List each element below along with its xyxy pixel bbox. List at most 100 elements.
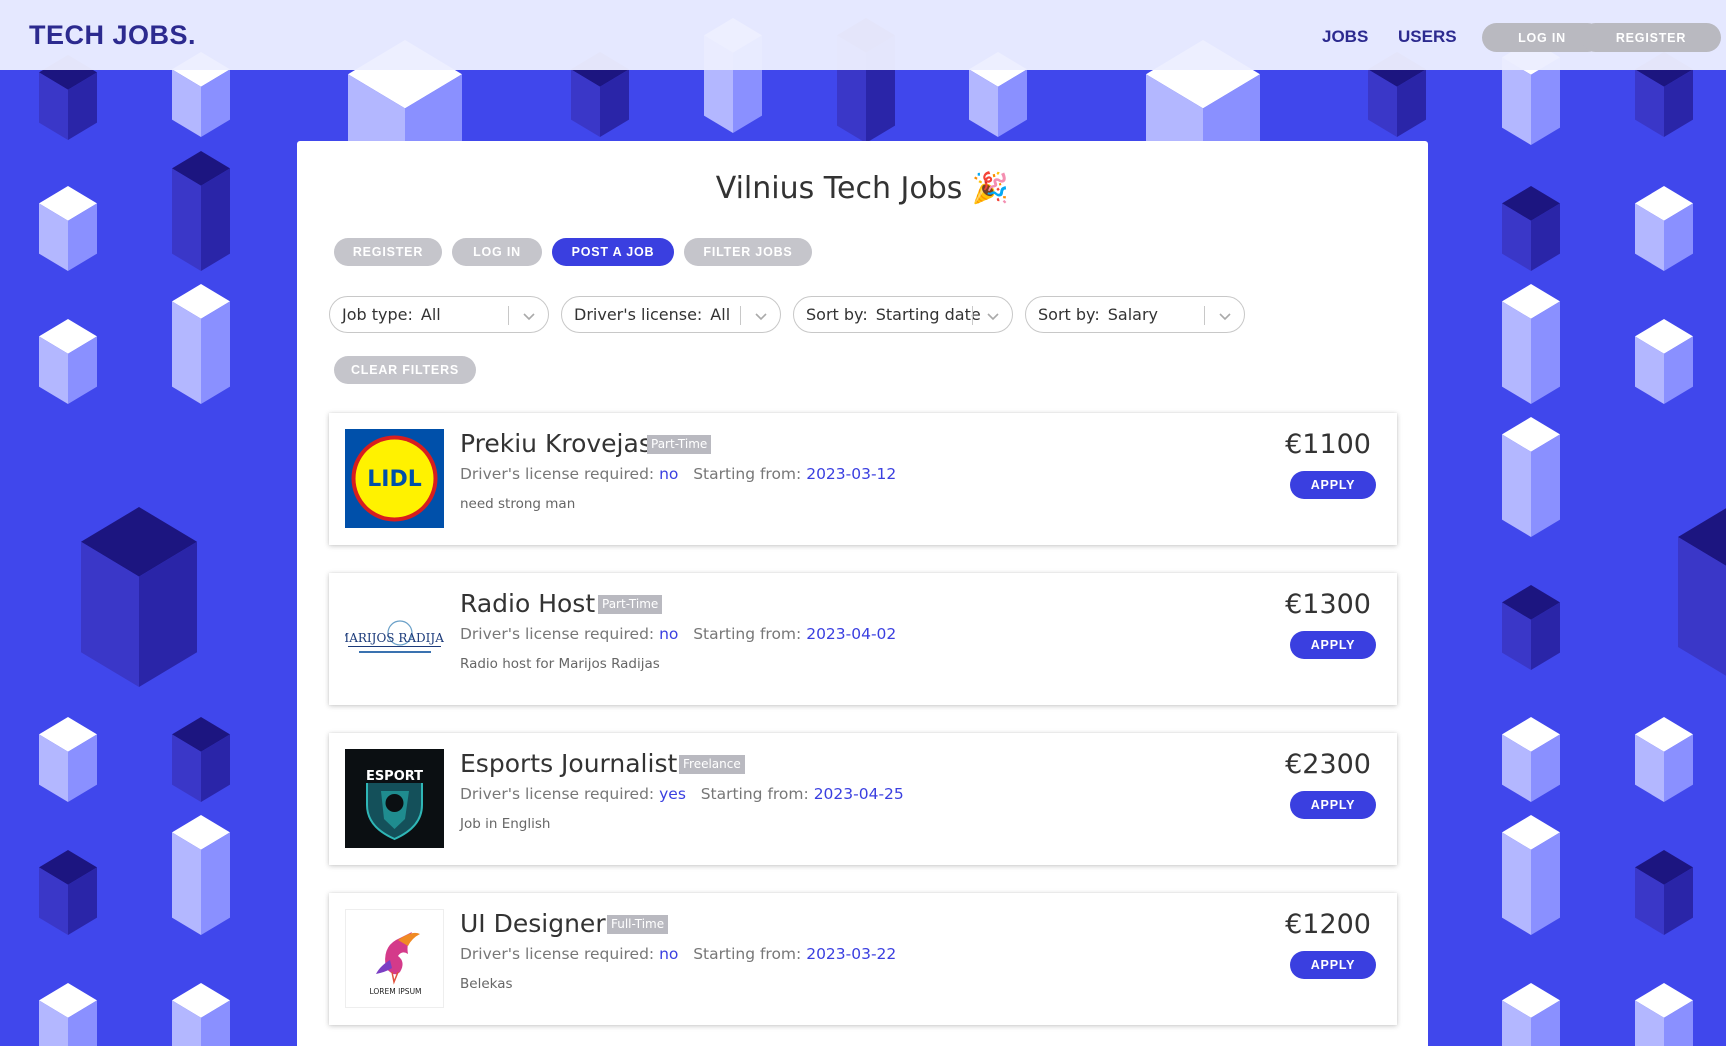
cube-decoration bbox=[1502, 186, 1560, 271]
job-meta: Driver's license required: no Starting f… bbox=[460, 465, 897, 483]
select-separator bbox=[972, 306, 973, 325]
job-salary: €1200 bbox=[1285, 909, 1371, 940]
cube-decoration bbox=[1635, 983, 1693, 1046]
select-label: Sort by: bbox=[806, 305, 868, 324]
job-title: Esports Journalist bbox=[460, 749, 678, 778]
logo-wordmark: ESPORT bbox=[366, 769, 423, 784]
cube-decoration bbox=[39, 186, 97, 271]
job-title: Prekiu Krovejas bbox=[460, 429, 652, 458]
job-salary: €2300 bbox=[1285, 749, 1371, 780]
job-card[interactable]: LIDL Prekiu Krovejas Part-Time Driver's … bbox=[329, 413, 1397, 545]
cube-decoration bbox=[1678, 507, 1726, 677]
start-date: 2023-03-22 bbox=[806, 945, 897, 963]
apply-button[interactable]: APPLY bbox=[1290, 631, 1376, 659]
cube-decoration bbox=[1635, 850, 1693, 935]
cube-decoration bbox=[1502, 983, 1560, 1046]
logo-wordmark: MARIJOS RADIJAS bbox=[345, 631, 444, 645]
license-value: no bbox=[659, 465, 679, 483]
logo-wordmark: LOREM IPSUM bbox=[369, 987, 421, 996]
cube-decoration bbox=[1502, 717, 1560, 802]
job-card[interactable]: ESPORT Esports Journalist Freelance Driv… bbox=[329, 733, 1397, 865]
cube-decoration bbox=[39, 319, 97, 404]
post-job-button[interactable]: POST A JOB bbox=[552, 238, 674, 266]
job-description: Radio host for Marijos Radijas bbox=[460, 656, 660, 672]
select-label: Sort by: bbox=[1038, 305, 1100, 324]
company-logo-lorem-ipsum: LOREM IPSUM bbox=[345, 909, 444, 1008]
cube-decoration bbox=[81, 507, 197, 687]
jobs-panel: Vilnius Tech Jobs 🎉 REGISTER LOG IN POST… bbox=[297, 141, 1428, 1046]
sort-by-salary-select[interactable]: Sort by: Salary bbox=[1025, 296, 1245, 333]
license-value: yes bbox=[659, 785, 686, 803]
job-type-select[interactable]: Job type: All bbox=[329, 296, 549, 333]
brand-logo[interactable]: TECH JOBS. bbox=[29, 20, 196, 51]
job-type-badge: Part-Time bbox=[647, 435, 712, 454]
job-description: need strong man bbox=[460, 496, 576, 512]
select-separator bbox=[740, 306, 741, 325]
nav-register-button[interactable]: REGISTER bbox=[1581, 23, 1721, 52]
job-title: Radio Host bbox=[460, 589, 596, 618]
drivers-license-select[interactable]: Driver's license: All bbox=[561, 296, 781, 333]
register-button[interactable]: REGISTER bbox=[334, 238, 442, 266]
job-salary: €1100 bbox=[1285, 429, 1371, 460]
select-separator bbox=[1204, 306, 1205, 325]
cube-decoration bbox=[1502, 585, 1560, 670]
start-date: 2023-03-12 bbox=[806, 465, 897, 483]
top-navbar: TECH JOBS. JOBS USERS LOG IN REGISTER bbox=[0, 0, 1726, 70]
cube-decoration bbox=[1502, 417, 1560, 537]
job-description: Job in English bbox=[460, 816, 551, 832]
select-label: Driver's license: bbox=[574, 305, 703, 324]
job-description: Belekas bbox=[460, 976, 513, 992]
company-logo-lidl: LIDL bbox=[345, 429, 444, 528]
apply-button[interactable]: APPLY bbox=[1290, 471, 1376, 499]
job-type-badge: Part-Time bbox=[598, 595, 663, 614]
cube-decoration bbox=[172, 151, 230, 271]
chevron-down-icon bbox=[1219, 313, 1231, 321]
apply-button[interactable]: APPLY bbox=[1290, 951, 1376, 979]
company-logo-esport: ESPORT bbox=[345, 749, 444, 848]
page-title: Vilnius Tech Jobs 🎉 bbox=[715, 171, 1010, 206]
job-card[interactable]: LOREM IPSUM UI Designer Full-Time Driver… bbox=[329, 893, 1397, 1025]
cube-decoration bbox=[39, 850, 97, 935]
start-date: 2023-04-02 bbox=[806, 625, 897, 643]
cube-decoration bbox=[172, 815, 230, 935]
select-value: Salary bbox=[1107, 305, 1158, 324]
select-separator bbox=[508, 306, 509, 325]
cube-decoration bbox=[1635, 717, 1693, 802]
job-meta: Driver's license required: no Starting f… bbox=[460, 945, 897, 963]
job-type-badge: Freelance bbox=[679, 755, 745, 774]
chevron-down-icon bbox=[523, 313, 535, 321]
select-value: All bbox=[710, 305, 731, 324]
select-value: Starting date bbox=[875, 305, 981, 324]
chevron-down-icon bbox=[755, 313, 767, 321]
cube-decoration bbox=[1502, 284, 1560, 404]
job-meta: Driver's license required: yes Starting … bbox=[460, 785, 904, 803]
login-button[interactable]: LOG IN bbox=[452, 238, 542, 266]
chevron-down-icon bbox=[987, 313, 999, 321]
start-date: 2023-04-25 bbox=[813, 785, 904, 803]
select-label: Job type: bbox=[342, 305, 413, 324]
company-logo-marijos-radijas: MARIJOS RADIJAS bbox=[345, 589, 444, 688]
cube-decoration bbox=[39, 717, 97, 802]
job-salary: €1300 bbox=[1285, 589, 1371, 620]
apply-button[interactable]: APPLY bbox=[1290, 791, 1376, 819]
nav-link-jobs[interactable]: JOBS bbox=[1322, 27, 1368, 47]
license-value: no bbox=[659, 625, 679, 643]
job-meta: Driver's license required: no Starting f… bbox=[460, 625, 897, 643]
cube-decoration bbox=[1502, 815, 1560, 935]
logo-wordmark: LIDL bbox=[367, 467, 421, 492]
filter-jobs-button[interactable]: FILTER JOBS bbox=[684, 238, 812, 266]
cube-decoration bbox=[172, 983, 230, 1046]
cube-decoration bbox=[1635, 319, 1693, 404]
nav-link-users[interactable]: USERS bbox=[1398, 27, 1457, 47]
job-card[interactable]: MARIJOS RADIJAS Radio Host Part-Time Dri… bbox=[329, 573, 1397, 705]
clear-filters-button[interactable]: CLEAR FILTERS bbox=[334, 356, 476, 384]
job-title: UI Designer bbox=[460, 909, 606, 938]
select-value: All bbox=[420, 305, 441, 324]
cube-decoration bbox=[39, 983, 97, 1046]
job-type-badge: Full-Time bbox=[607, 915, 669, 934]
cube-decoration bbox=[172, 717, 230, 802]
license-value: no bbox=[659, 945, 679, 963]
cube-decoration bbox=[172, 284, 230, 404]
sort-by-date-select[interactable]: Sort by: Starting date bbox=[793, 296, 1013, 333]
cube-decoration bbox=[1635, 186, 1693, 271]
